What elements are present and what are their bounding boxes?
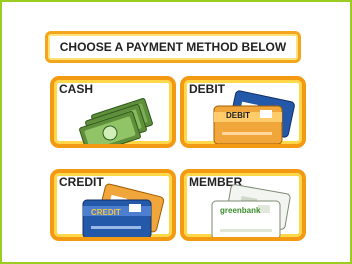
member-card-text: greenbank [220,206,261,215]
payment-screen: CHOOSE A PAYMENT METHOD BELOW CASH DEBIT… [0,0,352,264]
credit-card-text: CREDIT [91,208,121,217]
cash-option-button[interactable]: CASH [50,76,176,148]
credit-card-icon: CREDIT [82,183,165,237]
instruction-header: CHOOSE A PAYMENT METHOD BELOW [45,31,301,63]
cash-bills-icon [79,98,153,144]
debit-card-icon: DEBIT [213,90,295,144]
member-option-button[interactable]: MEMBER greenbank [180,169,306,241]
credit-option-button[interactable]: CREDIT CREDIT [50,169,176,241]
debit-option-button[interactable]: DEBIT DEBIT [180,76,306,148]
member-card-icon: greenbank [211,184,291,237]
debit-card-text: DEBIT [226,111,250,120]
instruction-text: CHOOSE A PAYMENT METHOD BELOW [59,40,287,54]
